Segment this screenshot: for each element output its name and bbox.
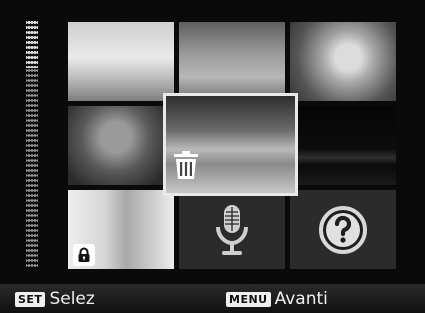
set-hint: SET Selez bbox=[15, 289, 95, 309]
menu-action-label: Avanti bbox=[274, 289, 328, 309]
thumbnail-4[interactable] bbox=[68, 106, 174, 185]
thumbnail-9[interactable] bbox=[290, 190, 396, 269]
lock-icon bbox=[73, 244, 95, 266]
photo-night-city bbox=[290, 106, 396, 185]
scroll-indicator-track bbox=[26, 68, 38, 268]
thumbnail-8[interactable] bbox=[179, 190, 285, 269]
photo-family bbox=[68, 22, 174, 101]
menu-hint: MENU Avanti bbox=[226, 289, 328, 309]
thumbnail-7[interactable] bbox=[68, 190, 174, 269]
question-icon bbox=[290, 190, 396, 269]
photo-child bbox=[290, 22, 396, 101]
photo-beach-wedding bbox=[166, 96, 295, 193]
scroll-indicator[interactable] bbox=[26, 20, 38, 268]
set-action-label: Selez bbox=[49, 289, 95, 309]
set-key-label: SET bbox=[15, 291, 46, 307]
button-hint-bar: SET Selez MENU Avanti bbox=[0, 284, 425, 313]
thumbnail-6[interactable] bbox=[290, 106, 396, 185]
trash-icon bbox=[171, 150, 201, 180]
photo-children bbox=[179, 22, 285, 101]
microphone-icon bbox=[179, 190, 285, 269]
thumbnail-1[interactable] bbox=[68, 22, 174, 101]
thumbnail-2[interactable] bbox=[179, 22, 285, 101]
photo-leaf bbox=[68, 106, 174, 185]
thumbnail-3[interactable] bbox=[290, 22, 396, 101]
menu-key-label: MENU bbox=[226, 291, 271, 307]
selected-thumbnail[interactable] bbox=[163, 93, 298, 196]
